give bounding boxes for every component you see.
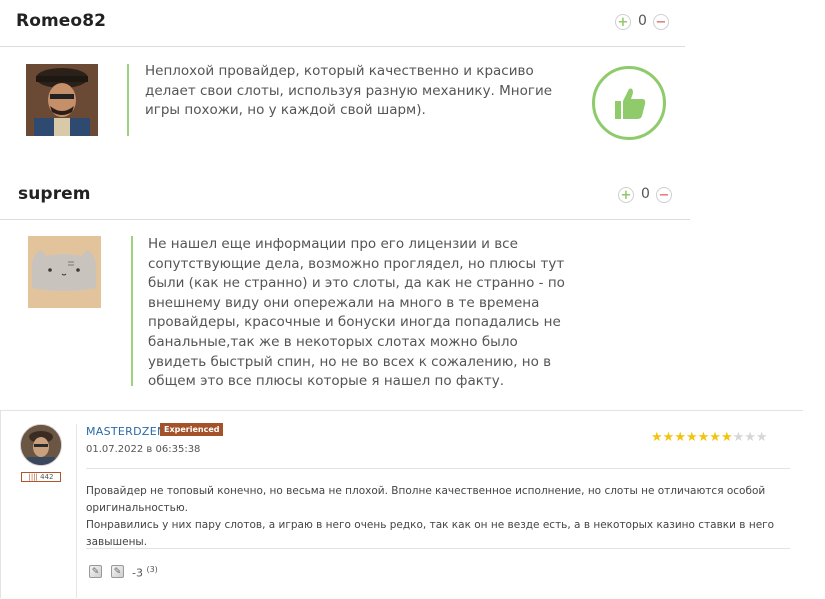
comment-text: Неплохой провайдер, который качественно …: [145, 63, 553, 119]
minus-icon: −: [655, 14, 667, 30]
plus-icon: +: [620, 187, 632, 203]
thumbs-up-icon: [615, 88, 646, 119]
post-column-divider: [76, 424, 77, 598]
post-avatar-illustration: [21, 425, 61, 465]
post-footer-divider: [86, 548, 790, 549]
star-icon[interactable]: ★: [651, 431, 663, 444]
vote-count: 0: [638, 13, 647, 29]
upvote-button[interactable]: +: [615, 14, 631, 30]
downvote-button[interactable]: −: [653, 14, 669, 30]
star-icon[interactable]: ★: [721, 431, 733, 444]
post-header-divider: [86, 468, 790, 469]
quote-bar: [127, 64, 129, 136]
user-post-count: |||| 442: [21, 472, 61, 482]
comment-text: Не нашел еще информации про его лицензии…: [148, 236, 565, 390]
thumbs-up-badge: [592, 66, 666, 140]
cat-avatar: [28, 236, 101, 308]
comment-username[interactable]: suprem: [18, 184, 91, 204]
comment-divider: [0, 219, 690, 220]
minus-icon: −: [658, 187, 670, 203]
user-avatar-photo: [26, 64, 98, 136]
star-icon[interactable]: ★: [663, 431, 675, 444]
post-username[interactable]: MASTERDZEN: [86, 425, 166, 438]
star-icon[interactable]: ★: [674, 431, 686, 444]
thumbs-down-vote-icon[interactable]: ✎: [111, 565, 124, 578]
cat-illustration: [28, 236, 101, 308]
rank-badge: Experienced: [160, 423, 224, 436]
post-paragraph: Провайдер не топовый конечно, но весьма …: [86, 485, 766, 514]
thumbs-up-vote-icon[interactable]: ✎: [89, 565, 102, 578]
count-bars-icon: ||||: [28, 473, 41, 481]
post-avatar[interactable]: [20, 424, 62, 466]
vote-count: 0: [641, 186, 650, 202]
comment-username[interactable]: Romeo82: [16, 11, 106, 31]
quote-bar: [131, 236, 133, 386]
star-icon[interactable]: ★: [733, 431, 745, 444]
post-score: -3 (3): [132, 565, 158, 580]
star-icon[interactable]: ★: [744, 431, 756, 444]
star-icon[interactable]: ★: [698, 431, 710, 444]
star-icon[interactable]: ★: [686, 431, 698, 444]
comment-divider: [0, 46, 685, 47]
rating-stars: ★ ★ ★ ★ ★ ★ ★ ★ ★ ★: [651, 431, 768, 444]
post-left-border: [0, 410, 1, 598]
downvote-button[interactable]: −: [656, 187, 672, 203]
avatar-illustration: [26, 64, 98, 136]
post-date: 01.07.2022 в 06:35:38: [86, 444, 201, 455]
star-icon[interactable]: ★: [709, 431, 721, 444]
upvote-button[interactable]: +: [618, 187, 634, 203]
plus-icon: +: [617, 14, 629, 30]
post-paragraph: Понравились у них пару слотов, а играю в…: [86, 519, 775, 548]
star-icon[interactable]: ★: [756, 431, 768, 444]
